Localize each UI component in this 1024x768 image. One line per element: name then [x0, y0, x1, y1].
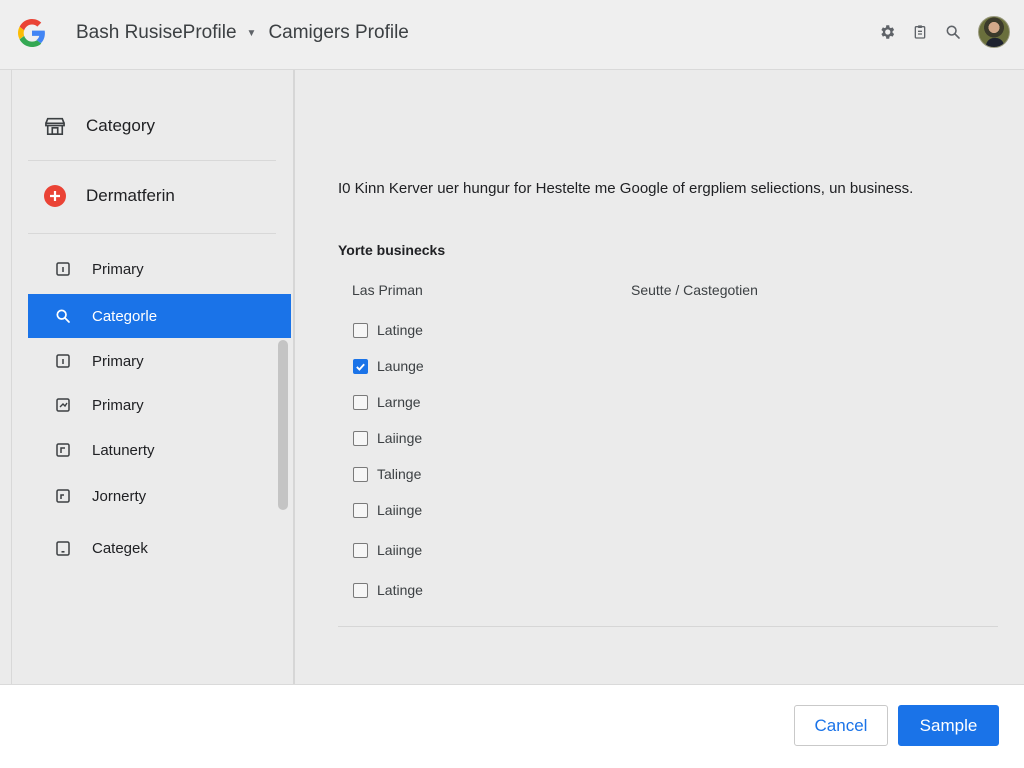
- column-header-primary: Las Priman: [352, 282, 423, 298]
- main-content: I0 Kinn Kerver uer hungur for Hestelte m…: [297, 70, 1024, 684]
- checkbox[interactable]: [353, 394, 368, 410]
- sidebar-nav: Category Dermatferin Primary Categorle P…: [11, 70, 295, 684]
- sidebar-item-categek[interactable]: Categek: [28, 526, 291, 570]
- dialog-footer: Cancel Sample: [0, 684, 1024, 768]
- sidebar-item-label: Primary: [92, 260, 144, 278]
- square-icon: [55, 442, 71, 458]
- breadcrumb: Bash RusiseProfile ▼ Camigers Profile: [76, 22, 409, 44]
- option-label: Latinge: [377, 582, 423, 598]
- sidebar-scrollbar[interactable]: [278, 340, 288, 510]
- section-title: Yorte businecks: [338, 242, 446, 258]
- search-icon[interactable]: [941, 20, 965, 44]
- sidebar-item-primary[interactable]: Primary: [28, 383, 291, 427]
- sidebar-item-jornerty[interactable]: Jornerty: [28, 474, 291, 518]
- category-option[interactable]: Latinge: [353, 580, 423, 600]
- sidebar-item-label: Categek: [92, 539, 148, 557]
- option-label: Launge: [377, 358, 424, 374]
- option-label: Latinge: [377, 322, 423, 338]
- sidebar-item-label: Latunerty: [92, 441, 155, 459]
- checkbox-checked[interactable]: [353, 358, 368, 374]
- category-option[interactable]: Launge: [353, 356, 424, 376]
- add-circle-icon: [44, 185, 66, 207]
- category-option[interactable]: Laiinge: [353, 540, 422, 560]
- checkbox[interactable]: [353, 542, 368, 558]
- sidebar-item-label: Primary: [92, 396, 144, 414]
- breadcrumb-item-categories-profile[interactable]: Camigers Profile: [268, 22, 408, 44]
- save-button[interactable]: Sample: [898, 705, 999, 746]
- checkbox[interactable]: [353, 430, 368, 446]
- category-option[interactable]: Latinge: [353, 320, 423, 340]
- sidebar-item-label: Categorle: [92, 307, 158, 325]
- category-option[interactable]: Laiinge: [353, 428, 422, 448]
- caret-down-icon: ▼: [246, 27, 257, 39]
- category-option[interactable]: Talinge: [353, 464, 421, 484]
- google-g-icon[interactable]: [18, 19, 46, 47]
- top-icon-group: [866, 16, 1010, 48]
- sidebar-item-primary[interactable]: Primary: [28, 247, 291, 291]
- option-label: Talinge: [377, 466, 422, 482]
- search-icon: [55, 308, 71, 324]
- sidebar-item-label: Category: [86, 116, 155, 135]
- tablet-icon: [55, 540, 71, 556]
- sidebar-item-primary[interactable]: Primary: [28, 339, 291, 383]
- cancel-button[interactable]: Cancel: [794, 705, 888, 746]
- checkmark-icon: [356, 363, 365, 371]
- option-label: Larnge: [377, 394, 421, 410]
- sidebar-item-label: Jornerty: [92, 487, 147, 505]
- sidebar-item-latunerty[interactable]: Latunerty: [28, 428, 291, 472]
- option-label: Laiinge: [377, 430, 423, 446]
- breadcrumb-item-business-profile[interactable]: Bash RusiseProfile: [76, 22, 237, 44]
- clipboard-icon[interactable]: [908, 20, 932, 44]
- top-app-bar: Bash RusiseProfile ▼ Camigers Profile: [0, 0, 1024, 70]
- sidebar-item-category[interactable]: Category: [28, 91, 276, 161]
- sidebar-item-categorle[interactable]: Categorle: [28, 294, 291, 338]
- checkbox[interactable]: [353, 582, 368, 598]
- category-option[interactable]: Larnge: [353, 392, 421, 412]
- column-header-categories: Seutte / Castegotien: [631, 282, 758, 298]
- option-label: Laiinge: [377, 502, 423, 518]
- option-label: Laiinge: [377, 542, 423, 558]
- sidebar-divider: [28, 233, 276, 234]
- square-icon: [55, 353, 71, 369]
- sidebar-item-label: Dermatferin: [86, 186, 175, 205]
- checkbox[interactable]: [353, 322, 368, 338]
- sidebar-item-dermatferin[interactable]: Dermatferin: [28, 161, 276, 231]
- chart-box-icon: [55, 397, 71, 413]
- square-icon: [55, 488, 71, 504]
- checkbox[interactable]: [353, 502, 368, 518]
- content-divider: [338, 626, 998, 627]
- settings-icon[interactable]: [875, 20, 899, 44]
- square-icon: [55, 261, 71, 277]
- checkbox[interactable]: [353, 466, 368, 482]
- account-avatar[interactable]: [978, 16, 1010, 48]
- page-description: I0 Kinn Kerver uer hungur for Hestelte m…: [338, 180, 914, 197]
- category-option[interactable]: Laiinge: [353, 500, 422, 520]
- store-icon: [44, 115, 66, 137]
- sidebar-item-label: Primary: [92, 352, 144, 370]
